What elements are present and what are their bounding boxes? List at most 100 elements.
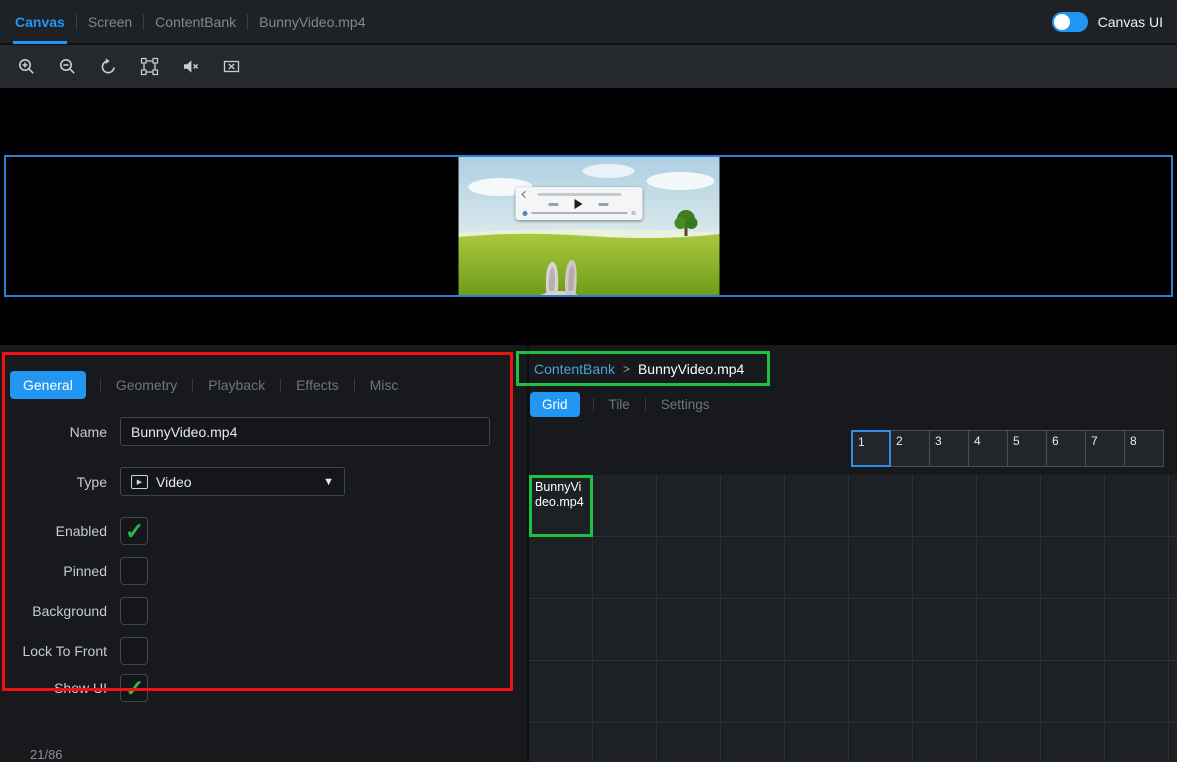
tab-misc[interactable]: Misc	[355, 377, 414, 393]
tab-geometry[interactable]: Geometry	[101, 377, 192, 393]
grid-cell-empty[interactable]	[529, 599, 593, 661]
tab-settings[interactable]: Settings	[646, 397, 725, 412]
column-header-8[interactable]: 8	[1124, 430, 1164, 467]
name-input[interactable]	[120, 417, 490, 446]
canvas-ui-toggle[interactable]	[1052, 12, 1088, 32]
mini-player-progress[interactable]	[522, 210, 635, 216]
grid-cell-empty[interactable]	[657, 537, 721, 599]
grid-cell-empty[interactable]	[913, 599, 977, 661]
grid-cell-empty[interactable]	[913, 723, 977, 762]
grid-cell-empty[interactable]	[977, 599, 1041, 661]
grid-cell-empty[interactable]	[657, 475, 721, 537]
column-header-3[interactable]: 3	[929, 430, 969, 467]
tab-effects[interactable]: Effects	[281, 377, 354, 393]
grid-cell-empty[interactable]	[721, 723, 785, 762]
grid-cell-empty[interactable]	[1041, 723, 1105, 762]
tab-contentbank[interactable]: ContentBank	[144, 0, 247, 44]
grid-cell-empty[interactable]	[1105, 661, 1169, 723]
lock-to-front-checkbox[interactable]	[120, 637, 148, 665]
breadcrumb-contentbank-link[interactable]: ContentBank	[534, 361, 615, 377]
back-chevron-icon[interactable]	[521, 191, 528, 198]
play-icon[interactable]	[575, 199, 583, 209]
rotate-icon[interactable]	[97, 56, 119, 78]
tab-playback[interactable]: Playback	[193, 377, 280, 393]
grid-cell-empty[interactable]	[1041, 475, 1105, 537]
grid-cell-empty[interactable]	[1105, 599, 1169, 661]
grid-cell-empty[interactable]	[1041, 661, 1105, 723]
grid-cell-empty[interactable]	[593, 537, 657, 599]
canvas-viewport[interactable]	[0, 88, 1177, 345]
transform-icon[interactable]	[138, 56, 160, 78]
grid-cell-empty[interactable]	[849, 475, 913, 537]
column-header-7[interactable]: 7	[1085, 430, 1125, 467]
progress-handle-icon[interactable]	[522, 211, 527, 216]
grid-cell-empty[interactable]	[977, 723, 1041, 762]
type-dropdown[interactable]: ▶ Video ▼	[120, 467, 345, 496]
column-header-1[interactable]: 1	[851, 430, 891, 467]
grid-cell-empty[interactable]	[529, 661, 593, 723]
grid-cell-empty[interactable]	[593, 599, 657, 661]
tab-canvas[interactable]: Canvas	[4, 0, 76, 44]
grid-cell-empty[interactable]	[849, 723, 913, 762]
video-stage[interactable]	[4, 155, 1173, 297]
column-header-6[interactable]: 6	[1046, 430, 1086, 467]
grid-cell-empty[interactable]	[1169, 475, 1177, 537]
grid-cell-empty[interactable]	[529, 723, 593, 762]
tab-screen[interactable]: Screen	[77, 0, 143, 44]
grid-cell-empty[interactable]	[721, 475, 785, 537]
grid-cell-empty[interactable]	[1169, 599, 1177, 661]
tab-bunnyvideo[interactable]: BunnyVideo.mp4	[248, 0, 376, 44]
tab-grid[interactable]: Grid	[530, 392, 580, 417]
grid-cell-empty[interactable]	[785, 661, 849, 723]
column-header-4[interactable]: 4	[968, 430, 1008, 467]
grid-cell-empty[interactable]	[849, 661, 913, 723]
grid-cell-empty[interactable]	[1041, 537, 1105, 599]
grid-cell-empty[interactable]	[1105, 537, 1169, 599]
enabled-checkbox[interactable]	[120, 517, 148, 545]
grid-cell-empty[interactable]	[1041, 599, 1105, 661]
grid-cell-empty[interactable]	[721, 661, 785, 723]
grid-cell-empty[interactable]	[977, 475, 1041, 537]
grid-cell-empty[interactable]	[849, 537, 913, 599]
grid-cell-empty[interactable]	[1169, 537, 1177, 599]
next-icon[interactable]	[599, 203, 609, 206]
grid-cell-empty[interactable]	[785, 475, 849, 537]
grid-cell-empty[interactable]	[913, 661, 977, 723]
grid-cell-empty[interactable]	[977, 661, 1041, 723]
grid-cell-empty[interactable]	[1169, 661, 1177, 723]
grid-cell-empty[interactable]	[529, 537, 593, 599]
grid-cell-empty[interactable]	[1105, 475, 1169, 537]
pinned-checkbox[interactable]	[120, 557, 148, 585]
grid-cell-empty[interactable]	[657, 599, 721, 661]
grid-cell-empty[interactable]	[593, 475, 657, 537]
zoom-out-icon[interactable]	[56, 56, 78, 78]
grid-cell-bunnyvideo[interactable]: BunnyVideo.mp4	[529, 475, 593, 537]
grid-cell-empty[interactable]	[1169, 723, 1177, 762]
tab-tile[interactable]: Tile	[594, 397, 645, 412]
background-checkbox[interactable]	[120, 597, 148, 625]
grid-cell-empty[interactable]	[913, 475, 977, 537]
mini-player-overlay[interactable]	[515, 187, 642, 220]
prev-icon[interactable]	[549, 203, 559, 206]
show-ui-checkbox[interactable]	[120, 674, 148, 702]
remove-box-icon[interactable]	[220, 56, 242, 78]
grid-cell-empty[interactable]	[977, 537, 1041, 599]
grid-cell-empty[interactable]	[1105, 723, 1169, 762]
grid-cell-empty[interactable]	[657, 723, 721, 762]
video-preview[interactable]	[458, 157, 719, 295]
zoom-in-icon[interactable]	[15, 56, 37, 78]
grid-cell-empty[interactable]	[913, 537, 977, 599]
column-header-2[interactable]: 2	[890, 430, 930, 467]
grid-cell-empty[interactable]	[785, 599, 849, 661]
grid-cell-empty[interactable]	[721, 537, 785, 599]
grid-cell-empty[interactable]	[721, 599, 785, 661]
grid-cell-empty[interactable]	[593, 723, 657, 762]
mute-icon[interactable]	[179, 56, 201, 78]
grid-cell-empty[interactable]	[657, 661, 721, 723]
grid-cell-empty[interactable]	[593, 661, 657, 723]
column-header-5[interactable]: 5	[1007, 430, 1047, 467]
tab-general[interactable]: General	[10, 371, 86, 399]
grid-cell-empty[interactable]	[849, 599, 913, 661]
grid-cell-empty[interactable]	[785, 537, 849, 599]
grid-cell-empty[interactable]	[785, 723, 849, 762]
